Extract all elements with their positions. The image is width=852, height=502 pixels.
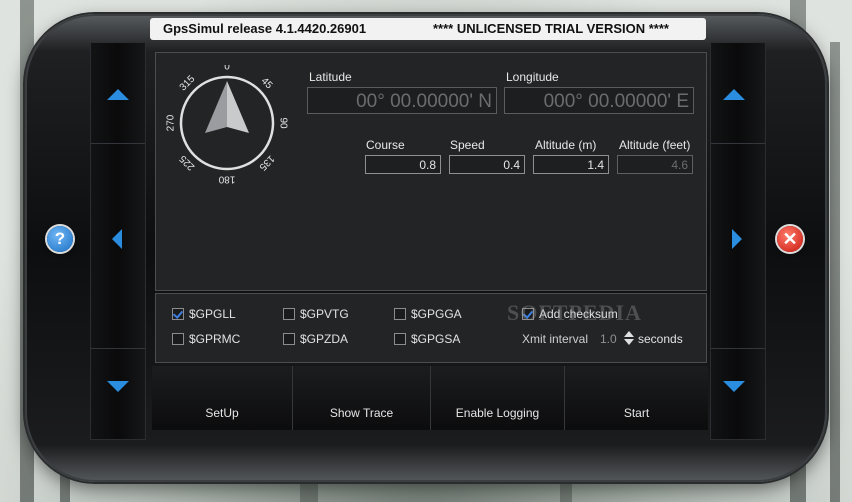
divider <box>711 143 765 144</box>
divider <box>91 143 145 144</box>
show-trace-button[interactable]: Show Trace <box>293 366 431 430</box>
gpvtg-checkbox[interactable] <box>283 308 295 320</box>
gpzda-label: $GPZDA <box>300 332 349 346</box>
divider <box>711 348 765 349</box>
close-button[interactable]: ✕ <box>777 226 803 252</box>
compass-label: 0 <box>224 65 230 73</box>
altitude-m-label: Altitude (m) <box>535 138 597 152</box>
compass-rose: 04590135180225270315 <box>166 65 289 184</box>
help-icon: ? <box>54 229 66 248</box>
altitude-ft-label: Altitude (feet) <box>619 138 691 152</box>
left-arrow-icon[interactable] <box>112 229 122 249</box>
speed-field[interactable]: 0.4 <box>449 155 525 174</box>
gpzda-checkbox[interactable] <box>283 333 295 345</box>
xmit-interval-label: Xmit interval <box>522 332 589 346</box>
right-arrow-icon[interactable] <box>732 229 742 249</box>
position-panel: 0 45 90 135 180 225 270 315 Latitude 00° 00.000… <box>155 52 707 291</box>
xmit-unit-label: seconds <box>638 332 683 346</box>
help-button[interactable]: ? <box>47 226 73 252</box>
altitude-ft-field: 4.6 <box>617 155 693 174</box>
up-arrow-icon[interactable] <box>107 89 129 100</box>
latitude-label: Latitude <box>309 70 352 84</box>
divider <box>91 348 145 349</box>
course-field[interactable]: 0.8 <box>365 155 441 174</box>
up-arrow-icon[interactable] <box>723 89 745 100</box>
tree-trunk <box>830 42 840 502</box>
down-arrow-icon[interactable] <box>107 381 129 392</box>
enable-logging-button[interactable]: Enable Logging <box>431 366 565 430</box>
altitude-m-field[interactable]: 1.4 <box>533 155 609 174</box>
left-nav-column <box>90 42 146 440</box>
right-nav-column <box>710 42 766 440</box>
speed-label: Speed <box>450 138 485 152</box>
compass-needle-left <box>205 81 227 133</box>
longitude-label: Longitude <box>506 70 559 84</box>
gpgll-label: $GPGLL <box>189 307 236 321</box>
gpgsa-label: $GPGSA <box>411 332 461 346</box>
setup-button[interactable]: SetUp <box>152 366 293 430</box>
latitude-field[interactable]: 00° 00.00000' N <box>307 87 497 114</box>
license-notice: **** UNLICENSED TRIAL VERSION **** <box>433 21 669 36</box>
compass-label: 270 <box>166 114 177 131</box>
bottom-toolbar: SetUp Show Trace Enable Logging Start <box>152 366 708 430</box>
app-title: GpsSimul release 4.1.4420.26901 <box>163 21 367 36</box>
gprmc-label: $GPRMC <box>189 332 241 346</box>
compass-needle-right <box>227 81 249 133</box>
down-arrow-icon[interactable] <box>723 381 745 392</box>
xmit-interval-value[interactable]: 1.0 <box>600 332 617 346</box>
gpgll-checkbox[interactable] <box>172 308 184 320</box>
gpgga-label: $GPGGA <box>411 307 462 321</box>
close-icon: ✕ <box>782 229 798 249</box>
gpvtg-label: $GPVTG <box>300 307 349 321</box>
start-button[interactable]: Start <box>565 366 708 430</box>
longitude-field[interactable]: 000° 00.00000' E <box>504 87 694 114</box>
compass-label: 45 <box>259 76 275 92</box>
compass-label: 180 <box>218 173 235 184</box>
softpedia-watermark: SOFTPEDIA <box>507 300 642 325</box>
compass-label: 90 <box>277 117 288 129</box>
gpgga-checkbox[interactable] <box>394 308 406 320</box>
title-bar[interactable]: GpsSimul release 4.1.4420.26901 **** UNL… <box>150 18 706 40</box>
course-label: Course <box>366 138 405 152</box>
spinner-icon[interactable] <box>624 330 634 346</box>
gpgsa-checkbox[interactable] <box>394 333 406 345</box>
gprmc-checkbox[interactable] <box>172 333 184 345</box>
